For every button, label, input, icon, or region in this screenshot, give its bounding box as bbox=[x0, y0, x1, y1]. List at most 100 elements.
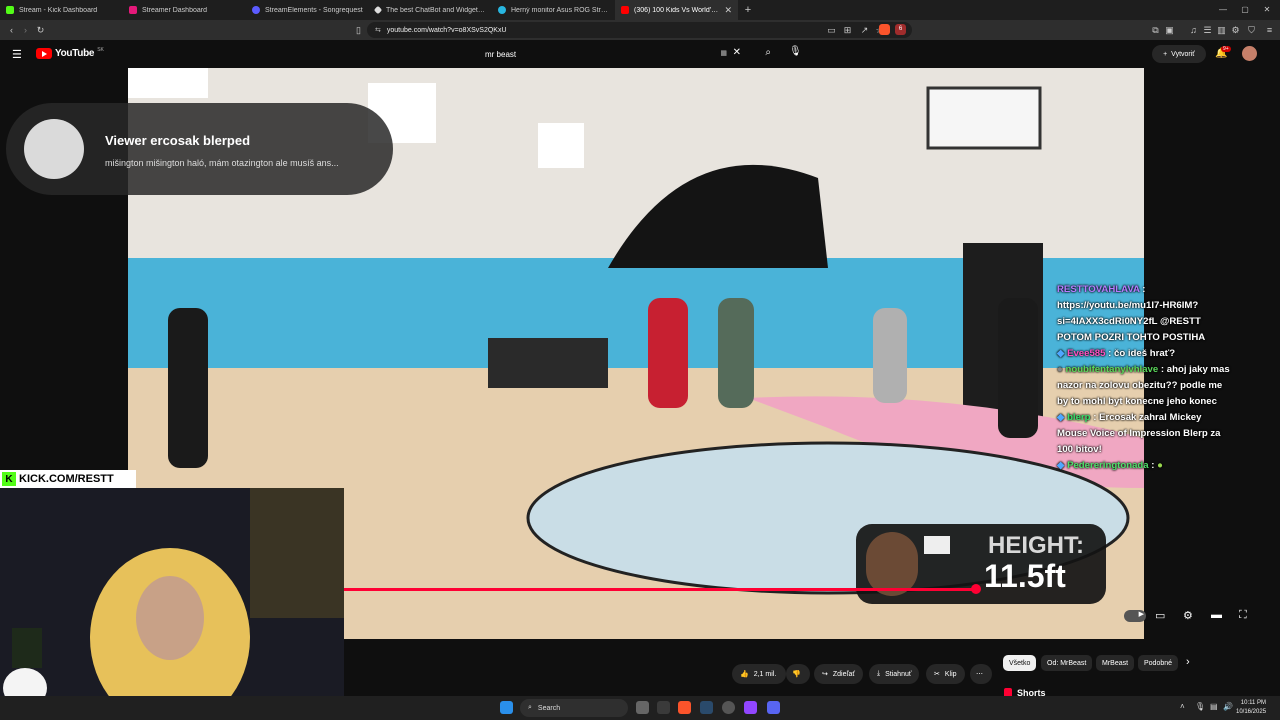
youtube-play-icon bbox=[36, 48, 52, 59]
site-info-icon[interactable]: ⇆ bbox=[375, 26, 381, 34]
autoplay-toggle-icon[interactable]: ▶ bbox=[1124, 610, 1146, 622]
forward-icon[interactable]: › bbox=[18, 25, 33, 35]
bookmark-icon[interactable]: ▯ bbox=[351, 25, 366, 36]
windows-start-icon[interactable] bbox=[500, 701, 513, 714]
chip-related[interactable]: Podobné bbox=[1138, 655, 1179, 671]
microphone-icon[interactable]: 🎙 bbox=[789, 46, 802, 57]
search-icon[interactable]: ⌕ bbox=[765, 47, 771, 58]
obs-icon[interactable] bbox=[722, 701, 735, 714]
chat-badge-icon: ◆ bbox=[1057, 460, 1065, 471]
extension-icon-1[interactable]: ⧉ bbox=[1148, 25, 1163, 36]
minimize-icon[interactable]: — bbox=[1212, 0, 1234, 20]
chat-message: RESTTOVAHLAVA : https://youtu.be/mu1I7-H… bbox=[1057, 284, 1206, 343]
player-face-icon bbox=[866, 532, 918, 596]
webcam-feed bbox=[0, 488, 344, 708]
keyboard-icon[interactable]: ▦ bbox=[720, 49, 727, 57]
chips-next-icon[interactable]: › bbox=[1186, 656, 1190, 668]
kick-logo-icon: K bbox=[2, 472, 16, 486]
discord-icon[interactable] bbox=[767, 701, 780, 714]
chat-message: ◆ Evee585 : čo ideš hrať? bbox=[1057, 348, 1176, 359]
task-view-icon[interactable] bbox=[636, 701, 649, 714]
reading-list-icon[interactable]: ☰ bbox=[1200, 25, 1215, 36]
thumbs-up-icon: 👍 bbox=[740, 671, 749, 678]
thumbs-down-icon: 👎 bbox=[792, 671, 801, 678]
tab-chatbot[interactable]: The best ChatBot and Widgets for K bbox=[369, 0, 492, 20]
webcam-frame bbox=[0, 488, 344, 708]
taskbar-search[interactable]: ⌕ Search bbox=[520, 699, 628, 717]
mic-tray-icon[interactable]: 🎙 bbox=[1195, 702, 1205, 711]
vpn-icon[interactable]: ⛉ bbox=[1244, 25, 1259, 36]
height-graphic: HEIGHT: 11.5ft bbox=[856, 524, 1106, 604]
kick-branding: K KICK.COM/RESTT bbox=[0, 470, 136, 488]
rewards-icon[interactable]: 6 bbox=[895, 24, 906, 35]
theater-mode-icon[interactable]: ▬ bbox=[1211, 609, 1222, 621]
twitch-icon[interactable] bbox=[744, 701, 757, 714]
clear-search-icon[interactable]: ✕ bbox=[733, 47, 741, 58]
clip-button[interactable]: ✂ Klip bbox=[926, 664, 965, 684]
progress-scrubber[interactable] bbox=[971, 584, 981, 594]
brave-shield-icon[interactable] bbox=[879, 24, 890, 35]
dislike-button[interactable]: 👎 bbox=[786, 664, 810, 684]
search-input[interactable]: mr beast ▦ ✕ ⌕ bbox=[477, 44, 779, 64]
tab-streamer-dashboard[interactable]: Streamer Dashboard bbox=[123, 0, 246, 20]
extension-icon-2[interactable]: ▣ bbox=[1162, 25, 1177, 36]
volume-icon[interactable]: 🔊 bbox=[1223, 702, 1233, 711]
chip-all[interactable]: Všetko bbox=[1003, 655, 1037, 671]
youtube-logo[interactable]: YouTube SK bbox=[36, 47, 104, 59]
tab-asus-monitor[interactable]: Herný monitor Asus ROG Strix OLED bbox=[492, 0, 615, 20]
close-tab-icon[interactable]: ✕ bbox=[724, 5, 732, 16]
chat-badge-icon: ● bbox=[1057, 364, 1063, 375]
translate-icon[interactable]: ⊞ bbox=[840, 25, 855, 36]
streamelements-favicon bbox=[252, 6, 260, 14]
settings-gear-icon[interactable]: ⚙ bbox=[1183, 609, 1193, 622]
emote-icon: ● bbox=[1157, 460, 1163, 471]
settings-icon[interactable]: ⚙ bbox=[1228, 25, 1243, 36]
chatbot-favicon bbox=[373, 5, 383, 15]
share-button[interactable]: ↪ Zdieľať bbox=[814, 664, 864, 684]
tab-kick-dashboard[interactable]: Stream - Kick Dashboard bbox=[0, 0, 123, 20]
subtitles-icon[interactable]: ▭ bbox=[1155, 609, 1165, 622]
fullscreen-icon[interactable]: ⛶ bbox=[1239, 609, 1247, 622]
create-button[interactable]: + Vytvoriť bbox=[1152, 45, 1206, 63]
network-icon[interactable]: ▤ bbox=[1210, 702, 1218, 711]
new-tab-icon[interactable]: + bbox=[738, 4, 758, 16]
back-icon[interactable]: ‹ bbox=[4, 25, 19, 35]
search-icon: ⌕ bbox=[528, 704, 532, 711]
download-button[interactable]: ⤓ Stiahnuť bbox=[869, 664, 920, 684]
chat-message: ● noubifentanylvhlave : ahoj jaky mas na… bbox=[1057, 364, 1230, 407]
notifications-badge: 9+ bbox=[1221, 46, 1231, 52]
xbox-icon[interactable] bbox=[657, 701, 670, 714]
steam-icon[interactable] bbox=[700, 701, 713, 714]
share-page-icon[interactable]: ↗ bbox=[857, 25, 872, 36]
maximize-icon[interactable]: ▢ bbox=[1234, 0, 1256, 20]
plus-icon: + bbox=[1163, 50, 1168, 58]
sidebar-icon[interactable]: ▥ bbox=[1214, 25, 1229, 36]
cast-icon[interactable]: ▭ bbox=[824, 25, 839, 36]
alert-title: Viewer ercosak blerped bbox=[105, 133, 251, 148]
brave-browser-icon[interactable] bbox=[678, 701, 691, 714]
chip-mrbeast[interactable]: MrBeast bbox=[1096, 655, 1135, 671]
avatar[interactable] bbox=[1242, 46, 1257, 61]
window-close-icon[interactable]: ✕ bbox=[1256, 0, 1278, 20]
hamburger-menu-icon[interactable]: ☰ bbox=[12, 48, 22, 61]
mickey-icon bbox=[24, 119, 84, 179]
eye-favicon bbox=[498, 6, 506, 14]
share-icon: ↪ bbox=[822, 671, 828, 678]
height-label: HEIGHT: bbox=[988, 532, 1084, 559]
tab-youtube-video[interactable]: (306) 100 Kids Vs World's Stro✕ bbox=[615, 0, 738, 20]
chip-from-mrbeast[interactable]: Od: MrBeast bbox=[1041, 655, 1093, 671]
download-icon: ⤓ bbox=[877, 670, 881, 677]
clock[interactable]: 10:11 PM 10/16/2025 bbox=[1236, 699, 1266, 717]
progress-bar[interactable] bbox=[344, 588, 976, 591]
more-actions-button[interactable]: ⋯ bbox=[970, 664, 992, 684]
tab-streamelements[interactable]: StreamElements - Songrequest bbox=[246, 0, 369, 20]
chat-badge-icon: ◆ bbox=[1057, 348, 1065, 359]
chat-badge-icon: ◆ bbox=[1057, 412, 1065, 423]
like-button[interactable]: 👍 2,1 mil. bbox=[732, 664, 786, 684]
height-value: 11.5ft bbox=[984, 558, 1066, 594]
menu-icon[interactable]: ≡ bbox=[1262, 25, 1277, 35]
reload-icon[interactable]: ↻ bbox=[33, 25, 48, 36]
music-icon[interactable]: ♫ bbox=[1186, 25, 1201, 35]
tray-expand-icon[interactable]: ˄ bbox=[1180, 702, 1185, 711]
stream-chat: RESTTOVAHLAVA : https://youtu.be/mu1I7-H… bbox=[1057, 282, 1232, 474]
